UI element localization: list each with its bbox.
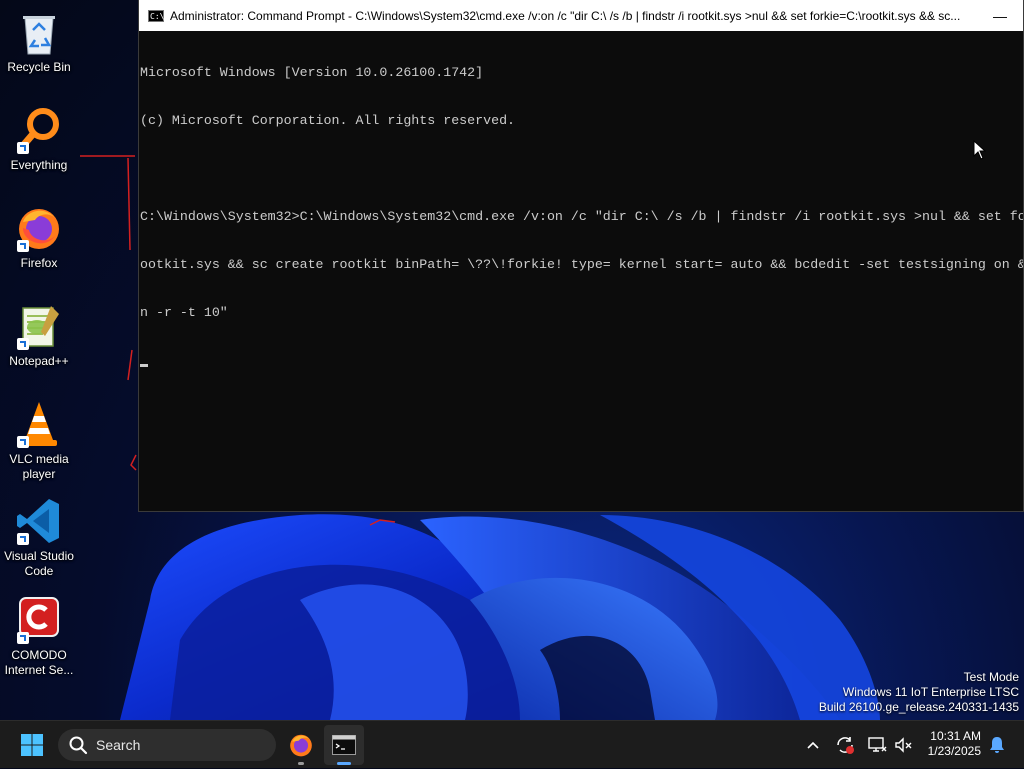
cmd-app-icon: C:\_ bbox=[148, 9, 170, 22]
shortcut-arrow-icon bbox=[17, 632, 29, 644]
taskbar-firefox-button[interactable] bbox=[282, 721, 320, 769]
console-line: Microsoft Windows [Version 10.0.26100.17… bbox=[140, 65, 484, 80]
sync-alert-icon bbox=[837, 737, 854, 754]
vlc-icon bbox=[15, 400, 63, 448]
desktop-icon-label: Notepad++ bbox=[9, 354, 69, 368]
desktop-icon-vlc[interactable]: VLC media player bbox=[2, 400, 76, 482]
bell-icon bbox=[990, 737, 1004, 753]
console-line: ootkit.sys && sc create rootkit binPath=… bbox=[140, 257, 1023, 272]
firefox-icon bbox=[15, 204, 63, 252]
console-output[interactable]: Microsoft Windows [Version 10.0.26100.17… bbox=[139, 31, 1023, 399]
recycle-bin-icon bbox=[15, 8, 63, 56]
chevron-up-icon bbox=[807, 741, 819, 749]
taskbar-cmd-button[interactable] bbox=[324, 725, 364, 765]
watermark-line: Windows 11 IoT Enterprise LTSC bbox=[842, 685, 1019, 699]
windows-logo-icon bbox=[21, 734, 43, 756]
desktop-icon-everything[interactable]: Everything bbox=[2, 106, 76, 173]
desktop-icon-label: Firefox bbox=[20, 256, 58, 270]
start-button[interactable] bbox=[12, 721, 52, 769]
network-icon bbox=[868, 737, 887, 752]
search-label: Search bbox=[96, 737, 141, 753]
firefox-icon bbox=[290, 734, 312, 757]
volume-muted-icon bbox=[895, 737, 912, 753]
show-hidden-icons-button[interactable] bbox=[800, 721, 826, 769]
vscode-icon bbox=[15, 497, 63, 545]
notepad-plus-plus-icon bbox=[15, 302, 63, 350]
desktop-icon-comodo[interactable]: COMODO Internet Se... bbox=[2, 596, 76, 678]
notifications-button[interactable] bbox=[986, 721, 1008, 769]
shortcut-arrow-icon bbox=[17, 240, 29, 252]
desktop-icon-label: Recycle Bin bbox=[7, 60, 71, 74]
search-icon bbox=[69, 736, 88, 755]
desktop-icon-recycle-bin[interactable]: Recycle Bin bbox=[2, 8, 76, 75]
console-line: (c) Microsoft Corporation. All rights re… bbox=[140, 113, 516, 128]
desktop-icon-firefox[interactable]: Firefox bbox=[2, 204, 76, 271]
text-cursor bbox=[140, 364, 148, 367]
tray-volume-button[interactable] bbox=[890, 721, 916, 769]
shortcut-arrow-icon bbox=[17, 338, 29, 350]
desktop-icon-label: COMODO Internet Se... bbox=[4, 648, 74, 677]
clock-time: 10:31 AM bbox=[930, 729, 981, 743]
shortcut-arrow-icon bbox=[17, 436, 29, 448]
tray-network-button[interactable] bbox=[864, 721, 890, 769]
window-title: Administrator: Command Prompt - C:\Windo… bbox=[170, 8, 961, 23]
minimize-button[interactable]: — bbox=[977, 0, 1023, 31]
clock-date: 1/23/2025 bbox=[927, 744, 981, 758]
comodo-icon bbox=[15, 596, 63, 644]
tray-sync-button[interactable] bbox=[832, 721, 858, 769]
everything-search-icon bbox=[15, 106, 63, 154]
test-mode-watermark: Test Mode Windows 11 IoT Enterprise LTSC… bbox=[819, 670, 1019, 715]
clock[interactable]: 10:31 AM 1/23/2025 bbox=[928, 729, 981, 759]
taskbar-search-box[interactable]: Search bbox=[58, 729, 276, 761]
window-titlebar[interactable]: C:\_ Administrator: Command Prompt - C:\… bbox=[139, 0, 1023, 31]
command-prompt-window[interactable]: C:\_ Administrator: Command Prompt - C:\… bbox=[138, 0, 1024, 512]
watermark-line: Build 26100.ge_release.240331-1435 bbox=[818, 700, 1019, 714]
running-indicator bbox=[298, 762, 304, 765]
desktop-icon-label: Visual Studio Code bbox=[4, 549, 74, 578]
terminal-icon bbox=[332, 735, 356, 755]
console-line: n -r -t 10" bbox=[140, 305, 228, 320]
watermark-line: Test Mode bbox=[963, 670, 1019, 684]
mouse-pointer-icon bbox=[973, 140, 987, 160]
desktop-icon-notepad-plus-plus[interactable]: Notepad++ bbox=[2, 302, 76, 369]
console-line: C:\Windows\System32>C:\Windows\System32\… bbox=[140, 209, 1023, 224]
desktop-icon-label: VLC media player bbox=[9, 452, 69, 481]
desktop-icon-label: Everything bbox=[10, 158, 68, 172]
desktop-icon-vscode[interactable]: Visual Studio Code bbox=[2, 497, 76, 579]
shortcut-arrow-icon bbox=[17, 142, 29, 154]
shortcut-arrow-icon bbox=[17, 533, 29, 545]
taskbar: Search 10:31 AM 1/23/2025 bbox=[0, 720, 1024, 768]
active-indicator bbox=[337, 762, 351, 765]
